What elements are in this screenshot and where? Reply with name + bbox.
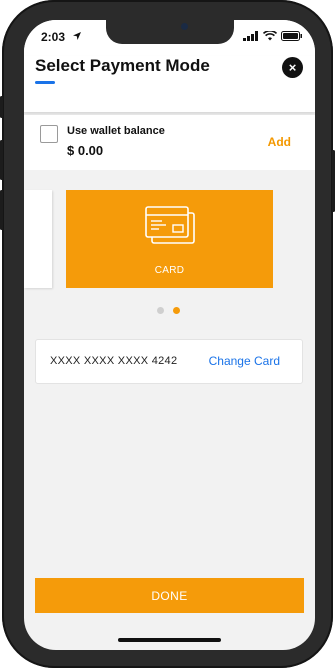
battery-icon [281,31,302,41]
home-indicator [118,638,221,642]
front-camera [181,23,188,30]
device-notch [106,20,234,44]
card-option-label: CARD [154,265,185,276]
wallet-label: Use wallet balance [67,125,165,137]
volume-down-button [0,190,3,230]
close-button[interactable]: × [282,57,303,78]
payment-option-previous[interactable] [24,190,52,288]
done-button[interactable]: DONE [35,578,304,613]
title-underline [35,81,55,84]
phone-frame: 2:03 Select Payment Mode × Use wallet ba… [0,0,335,668]
pagination-dot-1[interactable] [157,307,164,314]
payment-option-card[interactable]: CARD [66,190,273,288]
page-title: Select Payment Mode [35,56,210,75]
saved-card-row: XXXX XXXX XXXX 4242 Change Card [35,339,303,384]
status-icons [243,31,303,41]
page-header: Select Payment Mode × [24,56,315,112]
mute-switch [0,96,3,118]
wallet-section: Use wallet balance $ 0.00 Add [24,115,315,170]
location-arrow-icon [73,32,81,40]
credit-card-icon [145,206,195,244]
status-time: 2:03 [41,30,66,44]
change-card-link[interactable]: Change Card [209,354,280,368]
carousel-pagination [157,307,180,314]
wifi-icon [263,31,277,41]
masked-card-number: XXXX XXXX XXXX 4242 [50,355,178,367]
close-icon: × [288,60,297,75]
app-screen: 2:03 Select Payment Mode × Use wallet ba… [24,20,315,650]
volume-up-button [0,140,3,180]
pagination-dot-2-active[interactable] [173,307,180,314]
wallet-balance: $ 0.00 [67,143,104,158]
wallet-checkbox[interactable] [40,125,58,143]
add-money-button[interactable]: Add [268,135,291,149]
signal-icon [243,31,258,41]
